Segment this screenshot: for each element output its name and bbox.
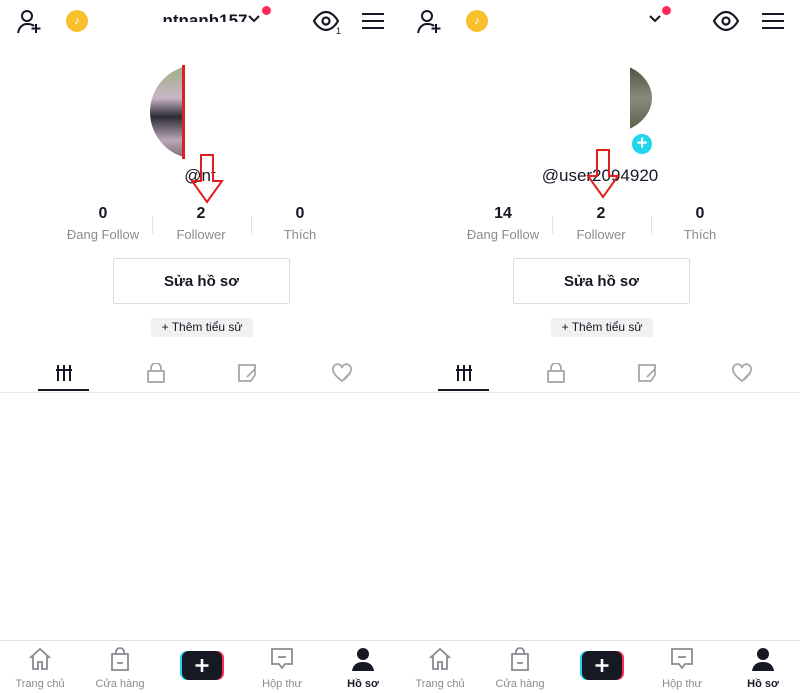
tab-videos[interactable] [444,360,484,386]
avatar[interactable] [150,65,185,159]
shop-bag-icon [511,647,529,671]
tagged-icon [638,364,656,382]
profile-icon [352,648,374,671]
liked-icon [332,363,352,383]
nav-inbox[interactable]: Hộp thư [247,647,317,690]
lock-icon [547,363,565,383]
avatar[interactable]: + [630,62,660,162]
account-name: ntnanh157 [162,11,248,22]
profile-icon [752,648,774,671]
annotation-arrow-icon [190,154,224,204]
nav-label: Trang chủ [415,678,465,690]
profile-views-icon[interactable] [712,9,742,35]
profile-views-icon[interactable]: 1 [312,9,342,35]
likes-stat[interactable]: 0 Thích [650,205,750,242]
chevron-down-icon[interactable] [648,14,662,24]
nav-profile[interactable]: Hồ sơ [328,647,398,690]
add-bio-button[interactable]: + Thêm tiểu sử [551,318,653,337]
nav-inbox[interactable]: Hộp thư [647,647,717,690]
left-panel: ♪ ntnanh157 1 @nt 0 Đang Follow 2 Follower… [0,0,400,693]
views-badge: 1 [336,26,341,35]
tab-private[interactable] [136,360,176,386]
add-bio-button[interactable]: + Thêm tiểu sử [151,318,253,337]
followers-stat[interactable]: 2 Follower [151,205,251,242]
nav-shop[interactable]: Cửa hàng [485,647,555,690]
add-friend-icon[interactable] [416,8,444,36]
bottom-nav: Trang chủ Cửa hàng Hộp thư Hồ sơ [0,640,400,693]
create-plus-icon[interactable] [180,651,224,680]
tab-tagged[interactable] [228,360,268,386]
coin-icon[interactable]: ♪ [466,10,488,32]
tab-tagged[interactable] [628,360,668,386]
tab-videos[interactable] [44,360,84,386]
divider [0,392,400,393]
bottom-nav: Trang chủ Cửa hàng Hộp thư Hồ sơ [400,640,800,693]
lock-icon [147,363,165,383]
notification-dot [662,6,671,15]
nav-label: Cửa hàng [495,678,545,690]
nav-label: Hồ sơ [747,678,779,690]
notification-dot [262,6,271,15]
home-icon [429,647,451,670]
nav-home[interactable]: Trang chủ [405,647,475,690]
active-tab-indicator [38,389,89,391]
tab-private[interactable] [536,360,576,386]
nav-home[interactable]: Trang chủ [5,647,75,690]
videos-grid-icon [56,365,72,381]
liked-icon [732,363,752,383]
active-tab-indicator [438,389,489,391]
add-friend-icon[interactable] [16,8,44,36]
nav-label: Hồ sơ [347,678,379,690]
edit-profile-button[interactable]: Sửa hồ sơ [113,258,290,304]
right-panel: ♪ + @user2094920 14 Đang Follow 2 Follower… [400,0,800,693]
inbox-icon [671,648,693,670]
likes-stat[interactable]: 0 Thích [250,205,350,242]
add-avatar-button[interactable]: + [630,132,654,156]
videos-grid-icon [456,365,472,381]
nav-shop[interactable]: Cửa hàng [85,647,155,690]
chevron-down-icon[interactable] [247,14,261,24]
following-stat[interactable]: 0 Đang Follow [53,205,153,242]
menu-icon[interactable] [362,12,384,30]
create-plus-icon[interactable] [580,651,624,680]
shop-bag-icon [111,647,129,671]
edit-profile-button[interactable]: Sửa hồ sơ [513,258,690,304]
nav-label: Trang chủ [15,678,65,690]
home-icon [29,647,51,670]
tagged-icon [238,364,256,382]
inbox-icon [271,648,293,670]
tab-liked[interactable] [322,360,362,386]
following-stat[interactable]: 14 Đang Follow [453,205,553,242]
nav-label: Hộp thư [662,678,702,690]
nav-profile[interactable]: Hồ sơ [728,647,798,690]
tab-liked[interactable] [722,360,762,386]
divider [400,392,800,393]
followers-stat[interactable]: 2 Follower [551,205,651,242]
nav-label: Hộp thư [262,678,302,690]
coin-icon[interactable]: ♪ [66,10,88,32]
annotation-arrow-icon [586,149,620,199]
menu-icon[interactable] [762,12,784,30]
nav-label: Cửa hàng [95,678,145,690]
